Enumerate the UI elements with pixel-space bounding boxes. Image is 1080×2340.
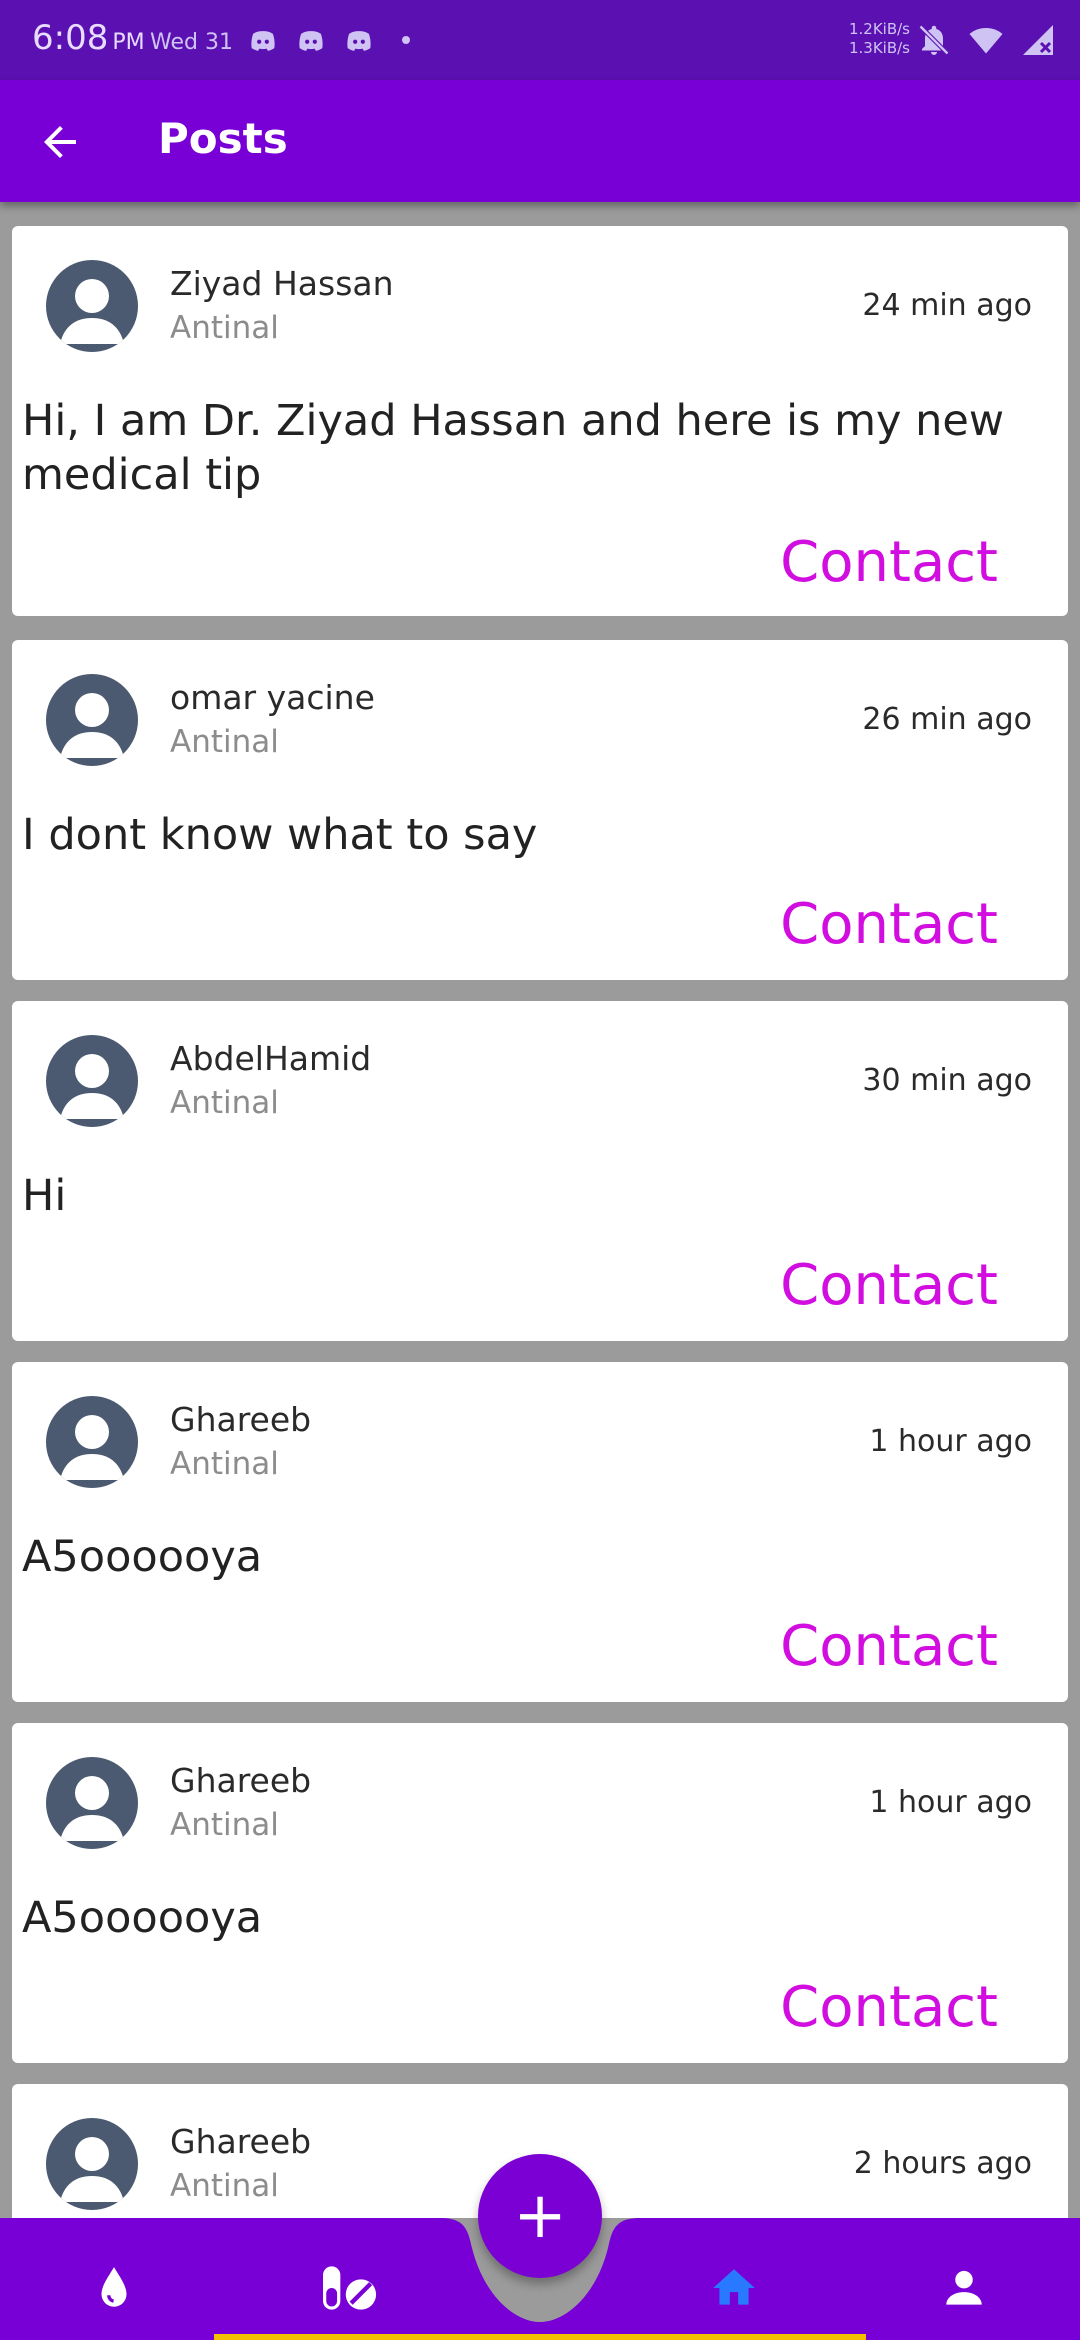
avatar[interactable] <box>46 1396 138 1488</box>
person-avatar-icon <box>60 1415 124 1480</box>
post-text: Hi, I am Dr. Ziyad Hassan and here is my… <box>22 396 1005 500</box>
notification-dot <box>402 36 410 44</box>
person-avatar-icon <box>60 693 124 758</box>
nav-drop[interactable] <box>84 2258 144 2318</box>
back-button[interactable] <box>36 118 84 166</box>
mute-icon <box>918 24 950 56</box>
post-time: 1 hour ago <box>869 1785 1032 1820</box>
post-time: 30 min ago <box>862 1063 1032 1098</box>
app-bar: Posts <box>0 80 1080 202</box>
discord-icon <box>299 31 323 51</box>
post-card: Ghareeb Antinal 1 hour ago A5oooooya Con… <box>12 1362 1068 1702</box>
wifi-icon <box>969 28 1003 54</box>
post-role: Antinal <box>170 2168 279 2204</box>
contact-button[interactable]: Contact <box>780 892 998 957</box>
signal-icon <box>1023 25 1053 55</box>
status-date: Wed 31 <box>150 30 233 55</box>
person-avatar-icon <box>60 1776 124 1841</box>
post-card: AbdelHamid Antinal 30 min ago Hi Contact <box>12 1001 1068 1341</box>
discord-icon <box>251 31 275 51</box>
post-text: A5oooooya <box>22 1532 263 1582</box>
post-author[interactable]: Ziyad Hassan <box>170 264 394 303</box>
post-card: Ziyad Hassan Antinal 24 min ago Hi, I am… <box>12 226 1068 616</box>
discord-icon <box>347 31 371 51</box>
avatar[interactable] <box>46 2118 138 2210</box>
nav-pills[interactable] <box>314 2258 384 2318</box>
post-role: Antinal <box>170 310 279 346</box>
status-time: 6:08 PM <box>32 18 145 58</box>
post-time: 24 min ago <box>862 288 1032 323</box>
contact-button[interactable]: Contact <box>780 1253 998 1318</box>
post-card: Ghareeb Antinal 1 hour ago A5oooooya Con… <box>12 1723 1068 2063</box>
person-avatar-icon <box>60 2137 124 2202</box>
post-role: Antinal <box>170 1446 279 1482</box>
person-icon <box>946 2270 982 2305</box>
home-icon <box>713 2269 755 2305</box>
post-text: A5oooooya <box>22 1893 263 1943</box>
post-author[interactable]: AbdelHamid <box>170 1039 371 1078</box>
page-title: Posts <box>158 114 288 163</box>
post-role: Antinal <box>170 1807 279 1843</box>
drop-icon <box>101 2267 127 2307</box>
nav-profile[interactable] <box>934 2258 994 2318</box>
post-time: 1 hour ago <box>869 1424 1032 1459</box>
contact-button[interactable]: Contact <box>780 1614 998 1679</box>
post-author[interactable]: Ghareeb <box>170 1761 311 1800</box>
arrow-left-icon <box>44 126 76 158</box>
avatar[interactable] <box>46 674 138 766</box>
add-post-button[interactable]: + <box>478 2154 602 2278</box>
post-author[interactable]: Ghareeb <box>170 2122 311 2161</box>
avatar[interactable] <box>46 260 138 352</box>
post-role: Antinal <box>170 724 279 760</box>
post-author[interactable]: omar yacine <box>170 678 375 717</box>
post-author[interactable]: Ghareeb <box>170 1400 311 1439</box>
posts-feed[interactable]: Ziyad Hassan Antinal 24 min ago Hi, I am… <box>0 202 1080 2218</box>
contact-button[interactable]: Contact <box>780 1975 998 2040</box>
avatar[interactable] <box>46 1035 138 1127</box>
post-text: Hi <box>22 1171 67 1221</box>
post-time: 26 min ago <box>862 702 1032 737</box>
status-bar: 6:08 PM Wed 31 1.2KiB/s 1.3KiB/s <box>0 0 1080 80</box>
person-avatar-icon <box>60 279 124 344</box>
contact-button[interactable]: Contact <box>780 530 998 595</box>
pills-icon <box>323 2266 377 2310</box>
post-role: Antinal <box>170 1085 279 1121</box>
network-speed: 1.2KiB/s 1.3KiB/s <box>848 20 910 57</box>
home-indicator[interactable] <box>214 2334 866 2340</box>
nav-home[interactable] <box>704 2258 764 2318</box>
post-card: omar yacine Antinal 26 min ago I dont kn… <box>12 640 1068 980</box>
person-avatar-icon <box>60 1054 124 1119</box>
post-time: 2 hours ago <box>853 2146 1032 2181</box>
avatar[interactable] <box>46 1757 138 1849</box>
post-text: I dont know what to say <box>22 810 538 860</box>
